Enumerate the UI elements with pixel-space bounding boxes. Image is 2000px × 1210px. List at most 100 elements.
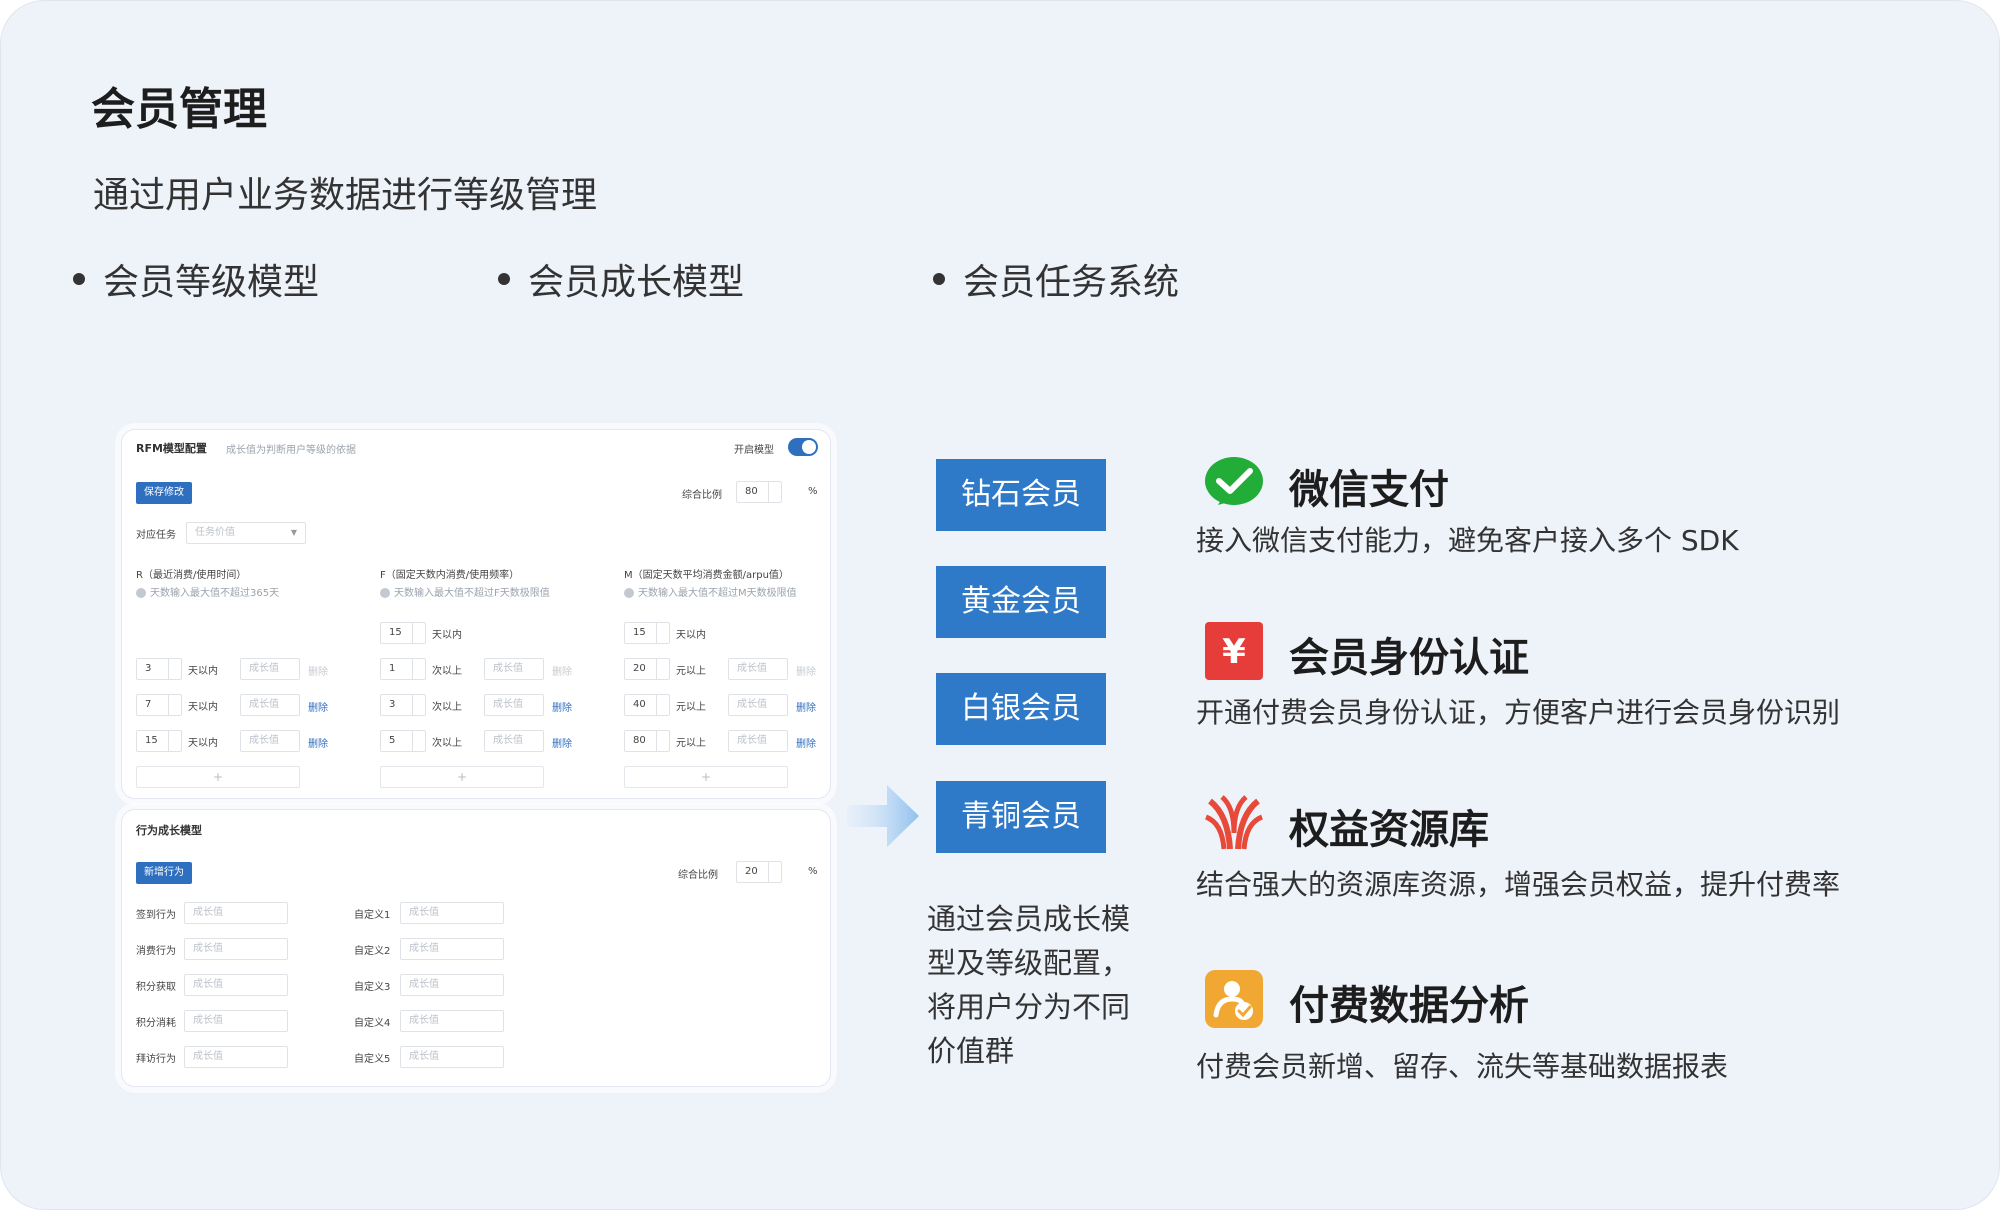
bullet-label: 会员成长模型 [528, 262, 745, 303]
feature-desc: 开通付费会员身份认证，方便客户进行会员身份识别 [1196, 696, 1841, 729]
task-select-value: 任务价值 [195, 527, 235, 538]
custom-row-label: 自定义4 [354, 1018, 391, 1029]
page-subtitle: 通过用户业务数据进行等级管理 [93, 175, 598, 216]
bullet-label: 会员任务系统 [963, 262, 1180, 303]
r-row-3-delete[interactable]: 删除 [308, 735, 328, 750]
r-row-1-growth[interactable]: 成长值 [240, 658, 300, 680]
behavior-ratio-label: 综合比例 [678, 870, 718, 881]
m-row-1-delete[interactable]: 删除 [796, 663, 816, 678]
m-column-note: 天数输入最大值不超过M天数极限值 [624, 584, 797, 599]
custom-row-input[interactable]: 成长值 [400, 938, 504, 960]
r-row-1-unit: 天以内 [188, 666, 218, 677]
custom-row-input[interactable]: 成长值 [400, 1046, 504, 1068]
bullet-label: 会员等级模型 [103, 262, 320, 303]
tier-silver[interactable]: 白银会员 [936, 673, 1106, 745]
svg-text:¥: ¥ [1222, 632, 1246, 672]
f-column-note: 天数输入最大值不超过F天数极限值 [380, 584, 550, 599]
f-top-num[interactable]: 15 [380, 622, 426, 644]
info-icon [136, 588, 146, 598]
behavior-growth-panel: 行为成长模型 新增行为 综合比例 20 % 签到行为 成长值 消费行为 成长值 … [121, 809, 831, 1087]
task-select[interactable]: 任务价值 ▼ [186, 522, 306, 544]
r-column-title: R（最近消费/使用时间） [136, 570, 247, 581]
m-top-num[interactable]: 15 [624, 622, 670, 644]
f-top-unit: 天以内 [432, 630, 462, 641]
custom-row-label: 自定义5 [354, 1054, 391, 1065]
add-behavior-button[interactable]: 新增行为 [136, 862, 192, 884]
f-row-1-num[interactable]: 1 [380, 658, 426, 680]
r-row-3-growth[interactable]: 成长值 [240, 730, 300, 752]
r-row-2-num[interactable]: 7 [136, 694, 182, 716]
user-verified-icon [1205, 970, 1263, 1028]
m-row-1-num[interactable]: 20 [624, 658, 670, 680]
m-top-unit: 天以内 [676, 630, 706, 641]
behavior-row-label: 拜访行为 [136, 1054, 176, 1065]
custom-row-input[interactable]: 成长值 [400, 1010, 504, 1032]
bullet-growth-model: 会员成长模型 [498, 253, 744, 305]
m-row-3-num[interactable]: 80 [624, 730, 670, 752]
m-row-2-delete[interactable]: 删除 [796, 699, 816, 714]
f-row-2-growth[interactable]: 成长值 [484, 694, 544, 716]
f-row-1-unit: 次以上 [432, 666, 462, 677]
feature-title: 付费数据分析 [1289, 983, 1529, 1029]
info-icon [380, 588, 390, 598]
task-label: 对应任务 [136, 530, 176, 541]
m-row-2-growth[interactable]: 成长值 [728, 694, 788, 716]
f-row-2-num[interactable]: 3 [380, 694, 426, 716]
rfm-hint: 成长值为判断用户等级的依据 [226, 445, 356, 456]
bullet-dot [498, 273, 510, 285]
m-row-3-delete[interactable]: 删除 [796, 735, 816, 750]
rfm-title: RFM模型配置 [136, 442, 207, 455]
m-row-3-unit: 元以上 [676, 738, 706, 749]
behavior-row-label: 消费行为 [136, 946, 176, 957]
m-row-1-unit: 元以上 [676, 666, 706, 677]
feature-title: 会员身份认证 [1289, 635, 1529, 681]
content-card: 会员管理 通过用户业务数据进行等级管理 会员等级模型 会员成长模型 会员任务系统… [0, 0, 2000, 1210]
behavior-row-input[interactable]: 成长值 [184, 974, 288, 996]
tier-diamond[interactable]: 钻石会员 [936, 459, 1106, 531]
ratio-label: 综合比例 [682, 490, 722, 501]
f-row-1-growth[interactable]: 成长值 [484, 658, 544, 680]
behavior-title: 行为成长模型 [136, 824, 202, 837]
r-row-1-num[interactable]: 3 [136, 658, 182, 680]
model-toggle[interactable] [788, 438, 818, 456]
f-row-2-delete[interactable]: 删除 [552, 699, 572, 714]
f-column-title: F（固定天数内消费/使用频率） [380, 570, 520, 581]
r-row-3-num[interactable]: 15 [136, 730, 182, 752]
tier-description: 通过会员成长模型及等级配置，将用户分为不同价值群 [927, 902, 1131, 1068]
f-row-3-num[interactable]: 5 [380, 730, 426, 752]
behavior-row-label: 积分获取 [136, 982, 176, 993]
f-add-button[interactable]: + [380, 766, 544, 788]
f-row-1-delete[interactable]: 删除 [552, 663, 572, 678]
behavior-row-input[interactable]: 成长值 [184, 938, 288, 960]
r-row-1-delete[interactable]: 删除 [308, 663, 328, 678]
custom-row-input[interactable]: 成长值 [400, 974, 504, 996]
tier-gold[interactable]: 黄金会员 [936, 566, 1106, 638]
behavior-percent: % [808, 866, 818, 877]
r-row-2-delete[interactable]: 删除 [308, 699, 328, 714]
f-row-2-unit: 次以上 [432, 702, 462, 713]
r-column-note: 天数输入最大值不超过365天 [136, 584, 279, 599]
m-row-1-growth[interactable]: 成长值 [728, 658, 788, 680]
info-icon [624, 588, 634, 598]
save-button[interactable]: 保存修改 [136, 482, 192, 504]
ratio-input[interactable]: 80 [736, 481, 782, 503]
page-title: 会员管理 [91, 84, 267, 135]
tier-bronze[interactable]: 青铜会员 [936, 781, 1106, 853]
f-row-3-growth[interactable]: 成长值 [484, 730, 544, 752]
m-row-2-num[interactable]: 40 [624, 694, 670, 716]
behavior-row-input[interactable]: 成长值 [184, 1046, 288, 1068]
m-row-3-growth[interactable]: 成长值 [728, 730, 788, 752]
wechat-pay-icon [1205, 457, 1263, 505]
behavior-row-input[interactable]: 成长值 [184, 1010, 288, 1032]
m-row-2-unit: 元以上 [676, 702, 706, 713]
behavior-ratio-input[interactable]: 20 [736, 861, 782, 883]
resource-library-icon [1204, 795, 1264, 850]
behavior-row-input[interactable]: 成长值 [184, 902, 288, 924]
r-row-2-unit: 天以内 [188, 702, 218, 713]
r-row-2-growth[interactable]: 成长值 [240, 694, 300, 716]
r-add-button[interactable]: + [136, 766, 300, 788]
f-row-3-delete[interactable]: 删除 [552, 735, 572, 750]
yen-icon: ¥ [1205, 622, 1263, 680]
m-add-button[interactable]: + [624, 766, 788, 788]
custom-row-input[interactable]: 成长值 [400, 902, 504, 924]
